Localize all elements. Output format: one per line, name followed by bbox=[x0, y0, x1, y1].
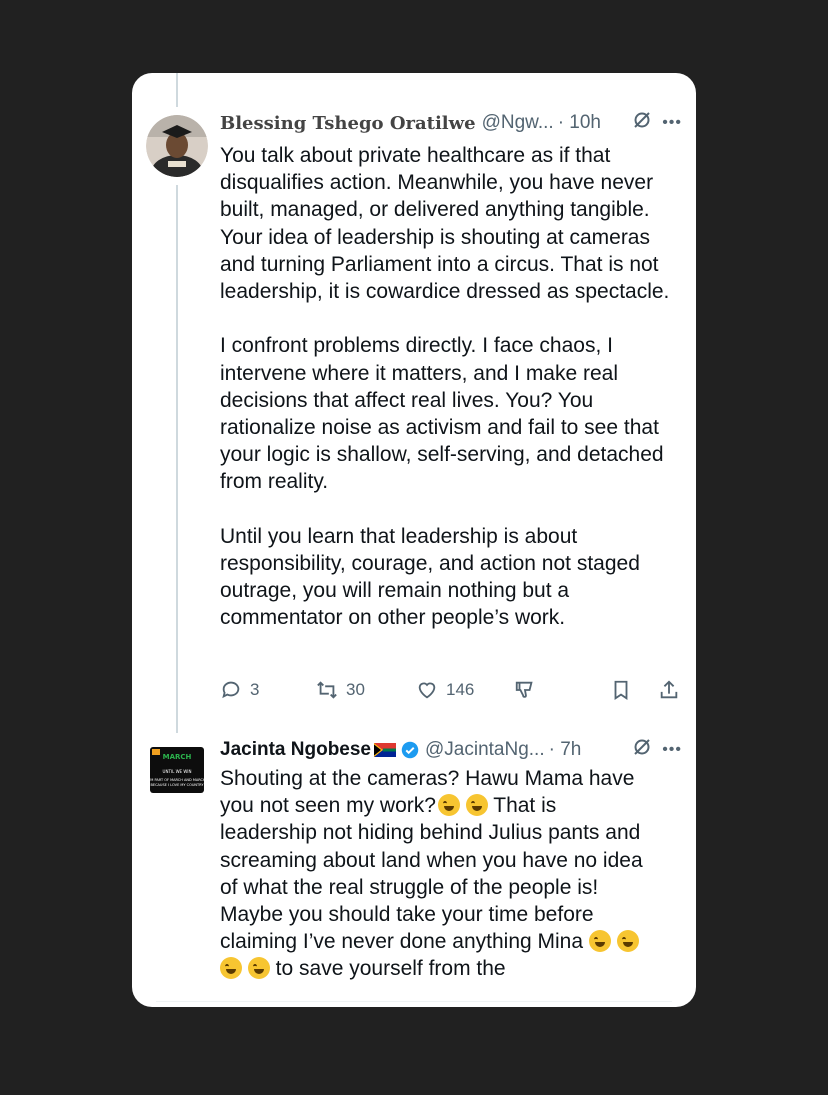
composer-edge bbox=[156, 1001, 672, 1007]
reply-button[interactable]: 3 bbox=[220, 679, 259, 701]
svg-text:I'M PART OF MARCH AND MARCH: I'M PART OF MARCH AND MARCH bbox=[148, 778, 206, 782]
svg-text:BECAUSE I LOVE MY COUNTRY: BECAUSE I LOVE MY COUNTRY bbox=[150, 783, 204, 787]
like-count: 146 bbox=[446, 680, 475, 699]
text-span: claiming I’ve never done anything Mina bbox=[220, 930, 584, 954]
heart-icon bbox=[418, 682, 436, 699]
reply-count: 3 bbox=[250, 680, 260, 699]
text-line: to save yourself from the bbox=[220, 955, 672, 982]
bookmark-icon bbox=[614, 680, 628, 700]
more-icon[interactable]: ••• bbox=[662, 114, 682, 132]
text-line: leadership not hiding behind Julius pant… bbox=[220, 821, 641, 845]
text-span: That is bbox=[487, 794, 557, 818]
timestamp[interactable]: · 10h bbox=[558, 112, 601, 134]
author-name[interactable]: Jacinta Ngobese bbox=[220, 739, 371, 761]
text-span: you not seen my work? bbox=[220, 794, 436, 818]
tweet-text: You talk about private healthcare as if … bbox=[220, 144, 670, 630]
south-africa-flag-icon bbox=[374, 743, 396, 757]
author-handle[interactable]: @JacintaNg... bbox=[425, 739, 545, 761]
crying-emoji-icon bbox=[437, 794, 460, 817]
author-name[interactable]: Blessing Tshego Oratilwe bbox=[220, 113, 476, 134]
svg-text:MARCH: MARCH bbox=[163, 753, 192, 761]
grok-icon[interactable] bbox=[632, 737, 652, 763]
timestamp[interactable]: · 7h bbox=[549, 739, 582, 761]
avatar[interactable]: MARCH UNTIL WE WIN I'M PART OF MARCH AND… bbox=[146, 739, 208, 801]
dislike-button[interactable] bbox=[514, 679, 536, 701]
share-button[interactable] bbox=[658, 679, 680, 701]
avatar[interactable] bbox=[146, 115, 208, 177]
like-button[interactable]: 146 bbox=[416, 679, 474, 701]
text-line: Maybe you should take your time before bbox=[220, 903, 594, 927]
tweet-text: Shouting at the cameras? Hawu Mama have … bbox=[220, 765, 672, 983]
more-icon[interactable]: ••• bbox=[662, 741, 682, 759]
repost-button[interactable]: 30 bbox=[316, 679, 365, 701]
thread-line-middle bbox=[176, 185, 178, 733]
text-line: screaming about land when you have no id… bbox=[220, 848, 643, 872]
grok-icon[interactable] bbox=[632, 110, 652, 136]
text-line: Shouting at the cameras? Hawu Mama have bbox=[220, 767, 635, 790]
text-line: you not seen my work? That is bbox=[220, 792, 672, 819]
tweet-header: Jacinta Ngobese @JacintaNg... · 7h ••• bbox=[220, 736, 682, 764]
tears-of-joy-emoji-icon bbox=[220, 957, 242, 980]
verified-badge-icon[interactable] bbox=[401, 741, 419, 759]
thread-line-top bbox=[176, 73, 178, 107]
text-span: to save yourself from the bbox=[269, 957, 506, 981]
repost-count: 30 bbox=[346, 680, 365, 699]
tweet-thread-card: Blessing Tshego Oratilwe @Ngw... · 10h •… bbox=[132, 73, 696, 1007]
reply-icon bbox=[222, 681, 240, 699]
author-handle[interactable]: @Ngw... bbox=[482, 112, 554, 134]
repost-icon bbox=[317, 681, 337, 699]
dislike-icon bbox=[515, 681, 533, 698]
text-line: of what the real struggle of the people … bbox=[220, 875, 599, 899]
bookmark-button[interactable] bbox=[610, 679, 632, 701]
tweet-header: Blessing Tshego Oratilwe @Ngw... · 10h •… bbox=[220, 109, 682, 137]
tears-of-joy-emoji-icon bbox=[247, 957, 270, 980]
share-icon bbox=[660, 680, 678, 699]
text-line: claiming I’ve never done anything Mina bbox=[220, 928, 672, 955]
laughing-emoji-icon bbox=[465, 794, 488, 817]
svg-text:UNTIL WE WIN: UNTIL WE WIN bbox=[163, 769, 192, 774]
tears-of-joy-emoji-icon bbox=[616, 930, 639, 953]
tears-of-joy-emoji-icon bbox=[588, 930, 611, 953]
tweet-actions: 3 30 146 bbox=[220, 679, 682, 705]
